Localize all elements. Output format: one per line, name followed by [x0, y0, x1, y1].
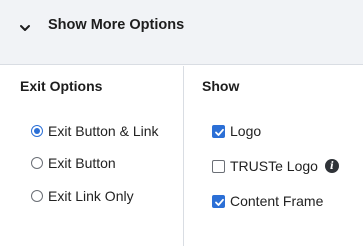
- column-divider: [183, 66, 184, 246]
- info-icon[interactable]: i: [324, 159, 339, 173]
- checkbox-unchecked[interactable]: [212, 159, 225, 173]
- radio-exit-link-only[interactable]: Exit Link Only: [31, 188, 134, 204]
- radio-button[interactable]: [31, 157, 43, 169]
- show-title: Show: [202, 78, 240, 94]
- radio-label: Exit Link Only: [48, 188, 134, 204]
- check-icon: [215, 198, 224, 206]
- show-more-options-label: Show More Options: [48, 17, 185, 33]
- exit-options-title: Exit Options: [20, 78, 103, 94]
- checkbox-logo[interactable]: Logo: [212, 123, 261, 139]
- chevron-down-icon: [20, 25, 30, 31]
- checkbox-label: Logo: [230, 123, 262, 139]
- radio-exit-button-and-link[interactable]: Exit Button & Link: [31, 123, 159, 139]
- checkbox-checked[interactable]: [212, 124, 225, 138]
- radio-button[interactable]: [31, 190, 43, 202]
- radio-exit-button[interactable]: Exit Button: [31, 155, 116, 171]
- checkbox-truste-logo[interactable]: TRUSTe Logo i: [212, 158, 339, 174]
- radio-button-selected[interactable]: [31, 125, 43, 137]
- checkbox-label: Content Frame: [230, 193, 324, 209]
- show-more-options-toggle[interactable]: Show More Options: [0, 0, 363, 65]
- radio-label: Exit Button & Link: [48, 123, 159, 139]
- radio-label: Exit Button: [48, 155, 116, 171]
- checkbox-content-frame[interactable]: Content Frame: [212, 193, 323, 209]
- checkbox-checked[interactable]: [212, 194, 225, 208]
- checkbox-label: TRUSTe Logo: [230, 158, 318, 174]
- check-icon: [215, 128, 224, 136]
